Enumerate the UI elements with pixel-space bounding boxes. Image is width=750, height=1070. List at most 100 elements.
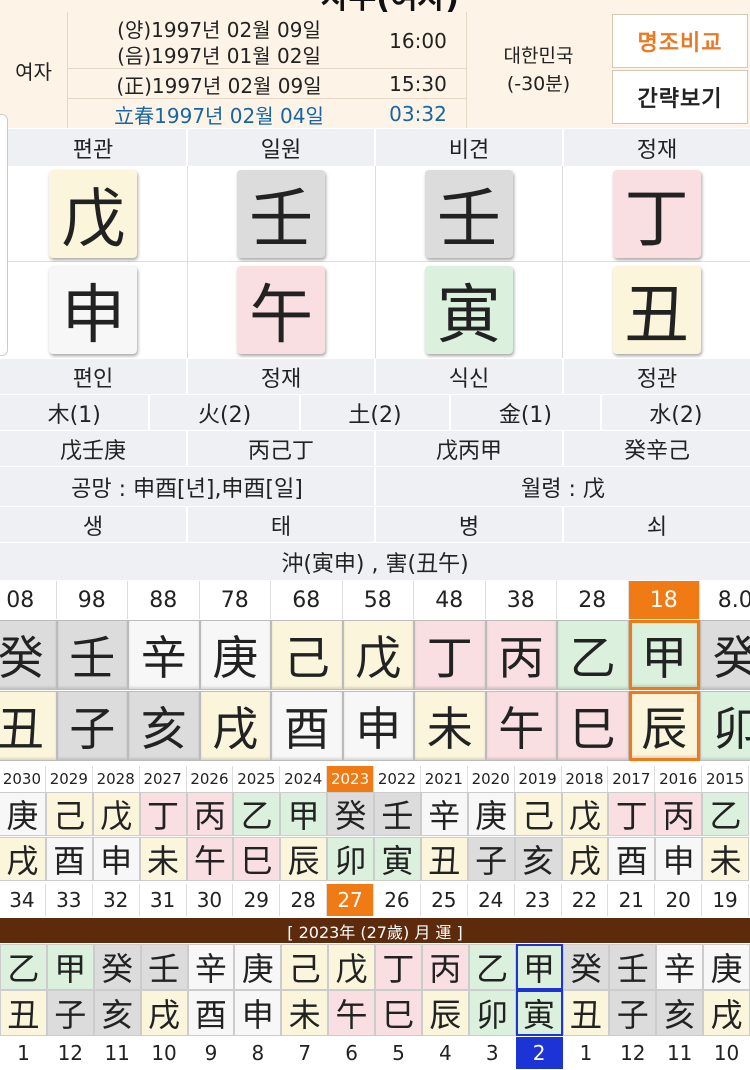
daewoon-branch[interactable]: 午 [485, 691, 557, 761]
stem-glyph[interactable]: 壬 [424, 169, 513, 258]
yearly-branch[interactable]: 戌 [561, 837, 609, 881]
branch-glyph[interactable]: 午 [237, 266, 326, 354]
monthly-stem[interactable]: 辛 [187, 944, 235, 990]
monthly-stem[interactable]: 壬 [140, 944, 188, 990]
year-label[interactable]: 2024 [280, 766, 328, 792]
year-label[interactable]: 2028 [92, 766, 140, 792]
yearly-stem[interactable]: 丁 [608, 792, 656, 836]
daewoon-branch[interactable]: 申 [342, 691, 414, 761]
yearly-stem[interactable]: 己 [514, 792, 562, 836]
yearly-stem[interactable]: 丁 [139, 792, 187, 836]
yearly-branch[interactable]: 寅 [374, 837, 421, 881]
yearly-branch[interactable]: 戌 [0, 837, 46, 881]
year-label[interactable]: 2030 [0, 766, 46, 792]
branch-glyph[interactable]: 丑 [612, 266, 701, 354]
monthly-stem[interactable]: 己 [281, 944, 329, 990]
year-label[interactable]: 2029 [45, 766, 93, 792]
yearly-stem[interactable]: 庚 [467, 792, 515, 836]
yearly-branch[interactable]: 卯 [327, 837, 374, 881]
year-label[interactable]: 2023 [327, 766, 374, 792]
compare-chart-button[interactable]: 명조비교 [612, 14, 748, 68]
yearly-branch[interactable]: 酉 [45, 837, 93, 881]
monthly-branch[interactable]: 戌 [703, 990, 750, 1036]
daewoon-stem[interactable]: 癸 [0, 620, 57, 690]
daewoon-branch[interactable]: 卯 [700, 691, 750, 761]
stem-glyph[interactable]: 戊 [49, 169, 138, 258]
year-label[interactable]: 2018 [561, 766, 609, 792]
side-drawer-handle[interactable] [0, 114, 8, 356]
yearly-stem[interactable]: 己 [45, 792, 93, 836]
yearly-stem[interactable]: 辛 [420, 792, 468, 836]
monthly-stem[interactable]: 戊 [328, 944, 375, 990]
year-label[interactable]: 2021 [420, 766, 468, 792]
branch-glyph[interactable]: 申 [49, 266, 138, 354]
yearly-branch[interactable]: 辰 [280, 837, 328, 881]
monthly-branch[interactable]: 亥 [93, 990, 141, 1036]
yearly-stem[interactable]: 丙 [655, 792, 703, 836]
monthly-branch[interactable]: 丑 [0, 990, 47, 1036]
daewoon-branch[interactable]: 巳 [557, 691, 629, 761]
yearly-branch[interactable]: 午 [186, 837, 234, 881]
simple-view-button[interactable]: 간략보기 [612, 70, 748, 124]
year-label[interactable]: 2016 [655, 766, 703, 792]
yearly-branch[interactable]: 酉 [608, 837, 656, 881]
yearly-stem[interactable]: 乙 [233, 792, 281, 836]
monthly-branch[interactable]: 午 [328, 990, 375, 1036]
daewoon-branch[interactable]: 戌 [199, 691, 271, 761]
branch-glyph[interactable]: 寅 [424, 266, 513, 354]
monthly-branch[interactable]: 丑 [562, 990, 610, 1036]
monthly-branch[interactable]: 申 [234, 990, 282, 1036]
daewoon-stem[interactable]: 丙 [485, 620, 557, 690]
daewoon-branch[interactable]: 酉 [271, 691, 343, 761]
monthly-stem[interactable]: 壬 [609, 944, 657, 990]
monthly-stem[interactable]: 丙 [421, 944, 469, 990]
monthly-stem[interactable]: 庚 [703, 944, 750, 990]
daewoon-stem[interactable]: 丁 [414, 620, 486, 690]
monthly-stem[interactable]: 庚 [234, 944, 282, 990]
yearly-branch[interactable]: 申 [655, 837, 703, 881]
year-label[interactable]: 2019 [514, 766, 562, 792]
year-label[interactable]: 2020 [467, 766, 515, 792]
daewoon-branch[interactable]: 子 [56, 691, 128, 761]
year-label[interactable]: 2025 [233, 766, 281, 792]
yearly-stem[interactable]: 戊 [92, 792, 140, 836]
year-label[interactable]: 2027 [139, 766, 187, 792]
yearly-stem[interactable]: 丙 [186, 792, 234, 836]
daewoon-stem[interactable]: 戊 [342, 620, 414, 690]
monthly-branch[interactable]: 戌 [140, 990, 188, 1036]
yearly-stem[interactable]: 庚 [0, 792, 46, 836]
monthly-branch[interactable]: 寅 [515, 990, 563, 1036]
monthly-stem[interactable]: 乙 [468, 944, 516, 990]
year-label[interactable]: 2017 [608, 766, 656, 792]
yearly-stem[interactable]: 壬 [374, 792, 421, 836]
yearly-branch[interactable]: 亥 [514, 837, 562, 881]
yearly-stem[interactable]: 癸 [327, 792, 374, 836]
yearly-branch[interactable]: 申 [92, 837, 140, 881]
stem-glyph[interactable]: 丁 [612, 169, 701, 258]
monthly-branch[interactable]: 卯 [468, 990, 516, 1036]
daewoon-stem[interactable]: 辛 [128, 620, 200, 690]
daewoon-stem[interactable]: 庚 [199, 620, 271, 690]
daewoon-branch[interactable]: 未 [414, 691, 486, 761]
daewoon-stem[interactable]: 乙 [557, 620, 629, 690]
monthly-branch[interactable]: 未 [281, 990, 329, 1036]
daewoon-stem[interactable]: 己 [271, 620, 343, 690]
monthly-stem[interactable]: 甲 [46, 944, 94, 990]
monthly-stem[interactable]: 辛 [656, 944, 704, 990]
year-label[interactable]: 2026 [186, 766, 234, 792]
daewoon-stem[interactable]: 壬 [56, 620, 128, 690]
daewoon-stem[interactable]: 癸 [700, 620, 750, 690]
yearly-stem[interactable]: 甲 [280, 792, 328, 836]
monthly-stem[interactable]: 癸 [93, 944, 141, 990]
monthly-branch[interactable]: 亥 [656, 990, 704, 1036]
year-label[interactable]: 2022 [374, 766, 421, 792]
daewoon-branch[interactable]: 辰 [628, 691, 700, 761]
daewoon-stem[interactable]: 甲 [628, 620, 700, 690]
yearly-branch[interactable]: 丑 [420, 837, 468, 881]
yearly-branch[interactable]: 未 [139, 837, 187, 881]
monthly-branch[interactable]: 酉 [187, 990, 235, 1036]
yearly-branch[interactable]: 子 [467, 837, 515, 881]
daewoon-branch[interactable]: 丑 [0, 691, 57, 761]
year-label[interactable]: 2015 [702, 766, 749, 792]
monthly-stem[interactable]: 丁 [375, 944, 422, 990]
